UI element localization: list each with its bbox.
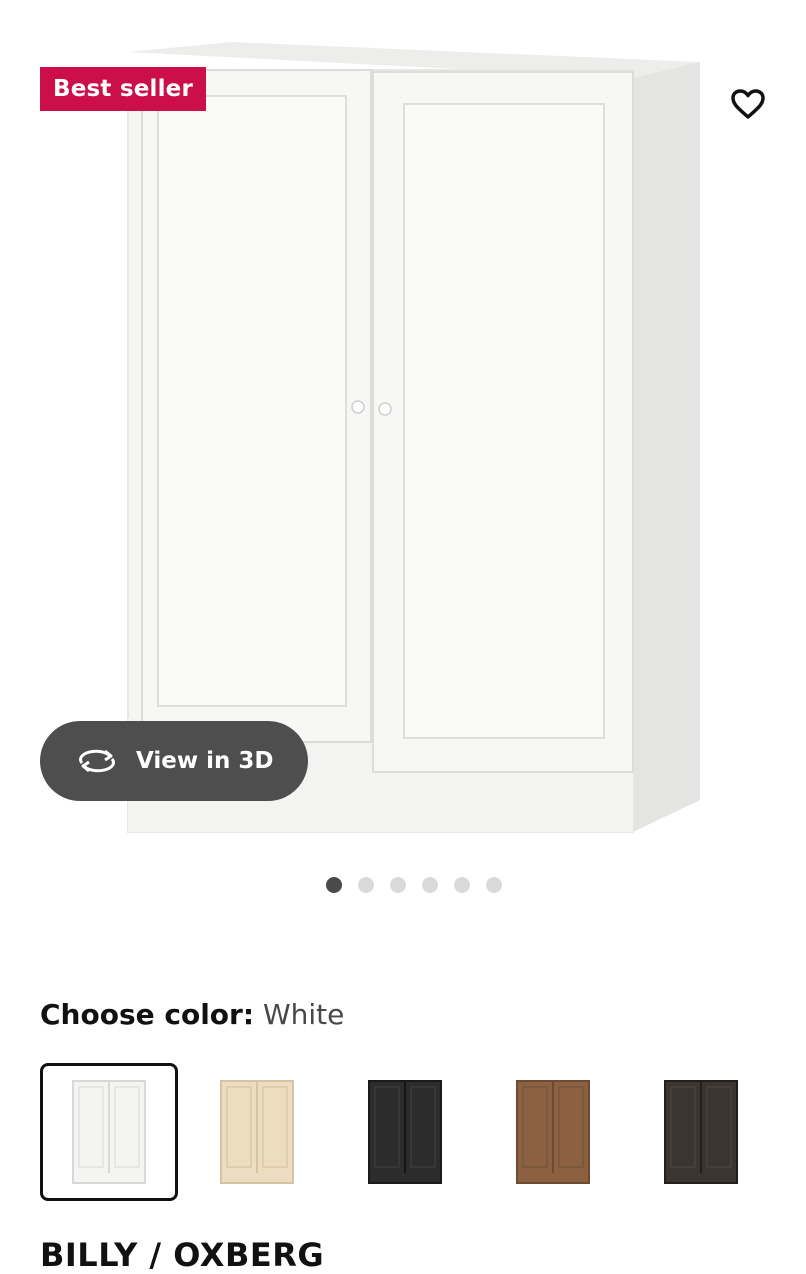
pagination-dot[interactable] [454, 877, 470, 893]
color-swatch-list [40, 1063, 770, 1201]
rotate-3d-icon [76, 745, 118, 777]
best-seller-badge: Best seller [40, 67, 207, 111]
color-swatch-white[interactable] [40, 1063, 178, 1201]
image-pagination-dots [326, 877, 502, 893]
pagination-dot[interactable] [486, 877, 502, 893]
product-image-gallery[interactable]: Best seller View in 3D [0, 0, 806, 850]
color-swatch-black[interactable] [336, 1063, 474, 1201]
pagination-dot[interactable] [390, 877, 406, 893]
choose-color-heading: Choose color: White [40, 998, 344, 1031]
swatch-thumbnail [516, 1080, 590, 1184]
swatch-thumbnail [72, 1080, 146, 1184]
pagination-dot[interactable] [422, 877, 438, 893]
swatch-thumbnail [368, 1080, 442, 1184]
favorite-button[interactable] [724, 80, 772, 128]
swatch-thumbnail [664, 1080, 738, 1184]
heart-outline-icon [731, 89, 765, 119]
pagination-dot[interactable] [358, 877, 374, 893]
pagination-dot[interactable] [326, 877, 342, 893]
view-in-3d-label: View in 3D [136, 748, 274, 774]
view-in-3d-button[interactable]: View in 3D [40, 721, 308, 801]
color-swatch-brown-walnut[interactable] [484, 1063, 622, 1201]
product-title: BILLY / OXBERG [40, 1236, 325, 1274]
color-swatch-birch[interactable] [188, 1063, 326, 1201]
choose-color-label: Choose color: [40, 998, 255, 1031]
color-swatch-dark-brown[interactable] [632, 1063, 770, 1201]
swatch-thumbnail [220, 1080, 294, 1184]
selected-color-value: White [262, 998, 345, 1031]
